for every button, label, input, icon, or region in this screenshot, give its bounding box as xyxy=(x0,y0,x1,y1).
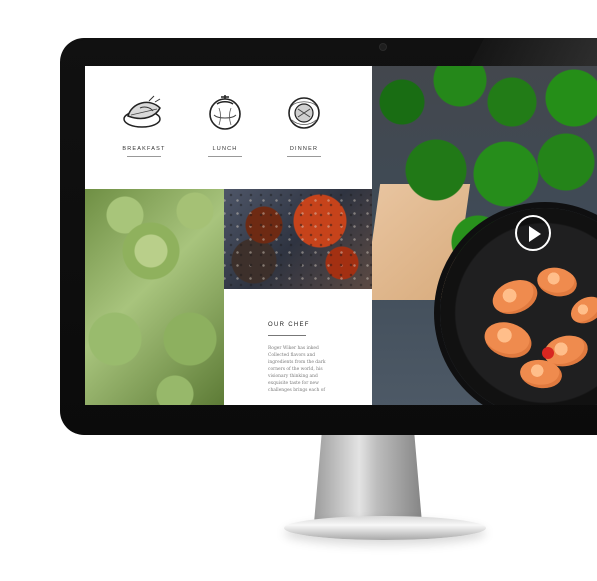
play-icon xyxy=(529,226,541,242)
menu-divider xyxy=(208,156,242,157)
menu-divider xyxy=(287,156,321,157)
menu-divider xyxy=(127,156,161,157)
hero-food-image xyxy=(372,66,597,405)
meal-menu: BREAKFAST LUNCH DINNER xyxy=(85,66,372,189)
chef-title: OUR CHEF xyxy=(268,322,310,328)
spices-photo xyxy=(224,189,372,289)
dinner-icon xyxy=(288,97,320,129)
website-mockup-scene: BREAKFAST LUNCH DINNER OUR CHEF Roger Wi… xyxy=(0,0,597,581)
lunch-icon xyxy=(209,95,241,130)
menu-item-breakfast[interactable]: BREAKFAST xyxy=(109,92,179,157)
chef-description: Roger Wiker has inked Collected flavors … xyxy=(268,346,326,393)
artichoke-photo xyxy=(85,189,224,405)
our-chef-panel: OUR CHEF Roger Wiker has inked Collected… xyxy=(224,289,372,405)
chef-divider xyxy=(268,335,306,336)
website-screen: BREAKFAST LUNCH DINNER OUR CHEF Roger Wi… xyxy=(85,66,597,405)
menu-label: DINNER xyxy=(289,146,319,152)
menu-label: LUNCH xyxy=(212,146,238,152)
menu-item-lunch[interactable]: LUNCH xyxy=(190,92,260,157)
play-button[interactable] xyxy=(515,215,551,251)
chili-pepper xyxy=(542,347,554,359)
menu-item-dinner[interactable]: DINNER xyxy=(269,92,339,157)
monitor-stand-neck xyxy=(314,435,422,523)
camera-icon xyxy=(380,44,386,50)
monitor-stand-base xyxy=(284,516,486,540)
breakfast-icon xyxy=(123,95,161,128)
menu-label: BREAKFAST xyxy=(122,146,166,152)
